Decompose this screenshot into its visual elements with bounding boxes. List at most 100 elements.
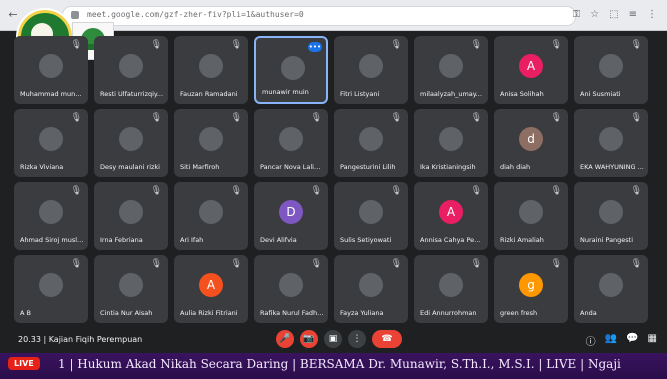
camera-off-icon[interactable]: 📷 xyxy=(300,330,318,348)
participant-tile[interactable]: 🎙 Ahmad Siroj musli... xyxy=(14,182,88,250)
people-icon[interactable]: 👥 xyxy=(605,333,617,348)
participant-name: Irna Febriana xyxy=(100,236,143,244)
participant-name: Pancar Nova Lalia... xyxy=(260,163,324,171)
participant-tile[interactable]: 🎙 Ani Susmiati xyxy=(574,36,648,104)
participant-name: Devi Alifvia xyxy=(260,236,297,244)
participant-name: Resti Ulfaturrizqiy... xyxy=(100,90,164,98)
participant-tile[interactable]: 🎙 Rafika Nurul Fadhi... xyxy=(254,255,328,323)
back-icon[interactable]: ← xyxy=(6,8,20,22)
mic-muted-icon: 🎙 xyxy=(550,259,562,269)
participant-tile[interactable]: ••• munawir muin xyxy=(254,36,328,104)
meeting-time: 20.33 xyxy=(18,335,41,344)
mic-muted-icon: 🎙 xyxy=(550,40,562,50)
participant-tile[interactable]: D 🎙 Devi Alifvia xyxy=(254,182,328,250)
participant-name: Ani Susmiati xyxy=(580,90,621,98)
avatar xyxy=(119,273,143,297)
participant-tile[interactable]: A 🎙 Aulia Rizki Fitriani xyxy=(174,255,248,323)
avatar xyxy=(439,127,463,151)
participant-tile[interactable]: 🎙 Sulis Setiyowati xyxy=(334,182,408,250)
participant-tile[interactable]: A 🎙 Anisa Solihah xyxy=(494,36,568,104)
participant-tile[interactable]: 🎙 Cintia Nur Aisah xyxy=(94,255,168,323)
menu-icon[interactable]: ≡ xyxy=(629,9,637,20)
mic-muted-icon: 🎙 xyxy=(470,40,482,50)
participant-tile[interactable]: 🎙 Edi Annurrohman xyxy=(414,255,488,323)
avatar xyxy=(119,200,143,224)
extensions-icon[interactable]: ⬚ xyxy=(609,9,618,20)
more-options-icon[interactable]: ⋮ xyxy=(348,330,366,348)
more-icon[interactable]: ⋮ xyxy=(647,9,657,20)
avatar xyxy=(599,127,623,151)
hangup-icon[interactable]: ☎ xyxy=(372,330,402,348)
participant-name: Cintia Nur Aisah xyxy=(100,309,153,317)
participant-tile[interactable]: 🎙 Fitri Listyani xyxy=(334,36,408,104)
mic-muted-icon: 🎙 xyxy=(150,40,162,50)
participant-tile[interactable]: 🎙 Resti Ulfaturrizqiy... xyxy=(94,36,168,104)
avatar xyxy=(39,273,63,297)
participant-tile[interactable]: 🎙 Anda xyxy=(574,255,648,323)
mic-muted-icon: 🎙 xyxy=(230,40,242,50)
participant-name: Pangesturini Lilih xyxy=(340,163,396,171)
mic-muted-icon: 🎙 xyxy=(70,40,82,50)
participant-tile[interactable]: 🎙 Ika Kristianingsih xyxy=(414,109,488,177)
participant-tile[interactable]: 🎙 Pancar Nova Lalia... xyxy=(254,109,328,177)
participant-grid: 🎙 Muhammad muna... 🎙 Resti Ulfaturrizqiy...… xyxy=(14,36,664,323)
participant-tile[interactable]: d 🎙 diah diah xyxy=(494,109,568,177)
avatar xyxy=(439,273,463,297)
participant-name: Ahmad Siroj musli... xyxy=(20,236,84,244)
mic-muted-icon: 🎙 xyxy=(310,186,322,196)
avatar xyxy=(359,200,383,224)
participant-tile[interactable]: 🎙 Ari Ifah xyxy=(174,182,248,250)
avatar xyxy=(439,54,463,78)
participant-tile[interactable]: 🎙 milaalyzah_umay... xyxy=(414,36,488,104)
participant-tile[interactable]: 🎙 Fauzan Ramadani xyxy=(174,36,248,104)
speaking-indicator-icon: ••• xyxy=(308,42,322,52)
participant-tile[interactable]: 🎙 Pangesturini Lilih xyxy=(334,109,408,177)
participant-name: milaalyzah_umay... xyxy=(420,90,482,98)
mic-muted-icon: 🎙 xyxy=(310,113,322,123)
present-icon[interactable]: ▣ xyxy=(324,330,342,348)
participant-name: Fauzan Ramadani xyxy=(180,90,238,98)
activities-icon[interactable]: ▦ xyxy=(648,333,657,348)
mic-muted-icon: 🎙 xyxy=(630,113,642,123)
participant-tile[interactable]: 🎙 A B xyxy=(14,255,88,323)
participant-name: Fayza Yuliana xyxy=(340,309,384,317)
participant-tile[interactable]: A 🎙 Annisa Cahya Pen... xyxy=(414,182,488,250)
participant-name: A B xyxy=(20,309,31,317)
avatar xyxy=(119,127,143,151)
avatar xyxy=(359,127,383,151)
participant-tile[interactable]: 🎙 Siti Marfiroh xyxy=(174,109,248,177)
participant-tile[interactable]: 🎙 Rizki Amaliah xyxy=(494,182,568,250)
participant-tile[interactable]: 🎙 Desy maulani rizki xyxy=(94,109,168,177)
participant-tile[interactable]: 🎙 Fayza Yuliana xyxy=(334,255,408,323)
key-icon[interactable]: ⚿ xyxy=(573,9,581,20)
mic-muted-icon: 🎙 xyxy=(150,259,162,269)
mic-muted-icon: 🎙 xyxy=(470,186,482,196)
address-bar[interactable]: meet.google.com/gzf-zher-fiv?pli=1&authu… xyxy=(62,6,576,26)
participant-name: Rizki Amaliah xyxy=(500,236,544,244)
participant-tile[interactable]: g 🎙 green fresh xyxy=(494,255,568,323)
participant-name: Sulis Setiyowati xyxy=(340,236,392,244)
browser-icons: ⚿ ☆ ⬚ ≡ ⋮ xyxy=(573,9,657,20)
info-icon[interactable]: ⓘ xyxy=(586,333,596,348)
participant-tile[interactable]: 🎙 Irna Febriana xyxy=(94,182,168,250)
chat-icon[interactable]: 💬 xyxy=(626,333,638,348)
avatar xyxy=(359,54,383,78)
participant-name: Edi Annurrohman xyxy=(420,309,477,317)
participant-name: Aulia Rizki Fitriani xyxy=(180,309,238,317)
participant-tile[interactable]: 🎙 Muhammad muna... xyxy=(14,36,88,104)
avatar xyxy=(279,127,303,151)
meeting-info: 20.33 | Kajian Fiqih Perempuan xyxy=(18,335,142,344)
star-icon[interactable]: ☆ xyxy=(590,9,599,20)
participant-tile[interactable]: 🎙 EKA WAHYUNING ... xyxy=(574,109,648,177)
participant-name: Siti Marfiroh xyxy=(180,163,220,171)
participant-name: Anisa Solihah xyxy=(500,90,544,98)
mic-muted-icon: 🎙 xyxy=(230,186,242,196)
participant-name: Desy maulani rizki xyxy=(100,163,160,171)
participant-tile[interactable]: 🎙 Rizka Viviana xyxy=(14,109,88,177)
mic-muted-icon: 🎙 xyxy=(630,40,642,50)
participant-tile[interactable]: 🎙 Nuraini Pangesti xyxy=(574,182,648,250)
avatar xyxy=(599,273,623,297)
mic-off-icon[interactable]: 🎤 xyxy=(276,330,294,348)
avatar xyxy=(359,273,383,297)
avatar: D xyxy=(279,200,303,224)
